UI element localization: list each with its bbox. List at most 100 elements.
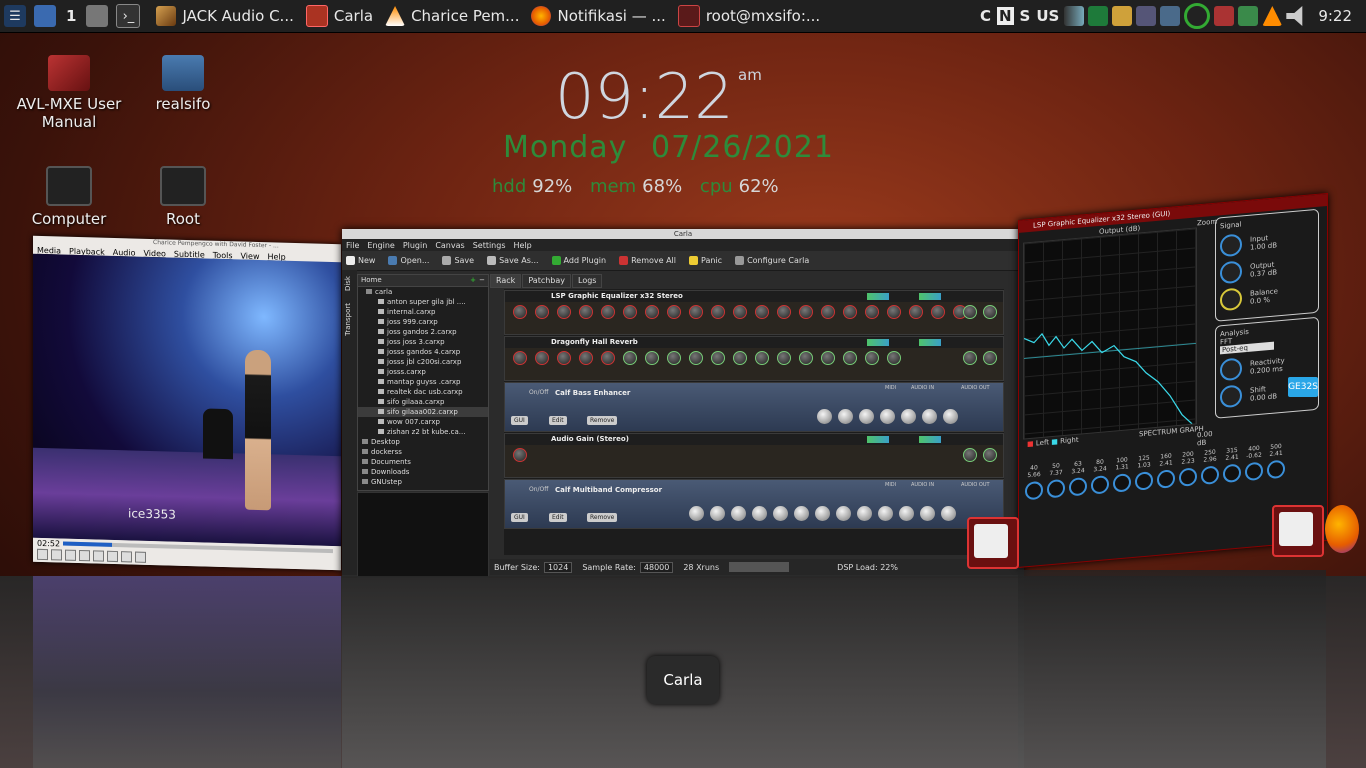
clock[interactable]: 9:22 <box>1318 7 1352 25</box>
keyboard-layout-n[interactable]: N <box>996 7 1014 25</box>
desktop-icon-realsifo[interactable]: realsifo <box>128 55 238 113</box>
dry-wet-knob[interactable] <box>963 448 977 462</box>
keyboard-layout-s[interactable]: S <box>1020 7 1031 25</box>
band-gain-knob[interactable] <box>1025 480 1043 501</box>
param-knob[interactable] <box>901 409 916 424</box>
param-knob[interactable] <box>733 305 747 319</box>
folder-item[interactable]: dockerss <box>358 447 488 457</box>
param-knob[interactable] <box>711 305 725 319</box>
show-desktop-icon[interactable] <box>34 5 56 27</box>
param-knob[interactable] <box>821 305 835 319</box>
calf-edit-button[interactable]: Edit <box>549 513 567 522</box>
eq-band[interactable]: 63 3.24 <box>1067 460 1089 542</box>
param-knob[interactable] <box>731 506 746 521</box>
usb-icon[interactable] <box>1112 6 1133 26</box>
tab-rack[interactable]: Rack <box>490 274 522 288</box>
task-jack[interactable]: JACK Audio C... <box>156 6 294 26</box>
param-knob[interactable] <box>821 351 835 365</box>
volume-icon[interactable] <box>1286 6 1303 26</box>
param-knob[interactable] <box>513 448 527 462</box>
param-knob[interactable] <box>645 305 659 319</box>
file-item[interactable]: sifo gilaaa002.carxp <box>358 407 488 417</box>
param-knob[interactable] <box>601 305 615 319</box>
param-knob[interactable] <box>733 351 747 365</box>
shuffle-icon[interactable] <box>135 551 146 563</box>
xruns-count[interactable]: 28 Xruns <box>683 563 719 572</box>
file-item[interactable]: josss gandos 4.carxp <box>358 347 488 357</box>
param-knob[interactable] <box>941 506 956 521</box>
param-knob[interactable] <box>931 305 945 319</box>
folder-item[interactable]: carla <box>358 287 488 297</box>
configure-button[interactable]: Configure Carla <box>735 256 809 265</box>
new-button[interactable]: New <box>346 256 375 265</box>
output-dial[interactable]: Output 0.37 dB <box>1220 254 1314 285</box>
param-knob[interactable] <box>799 305 813 319</box>
network-signal-icon[interactable] <box>1064 6 1085 26</box>
eq-band[interactable]: 125 1.03 <box>1133 454 1155 536</box>
band-gain-knob[interactable] <box>1135 471 1153 491</box>
carla-window[interactable]: Carla File Engine Plugin Canvas Settings… <box>342 229 1024 578</box>
calf-remove-button[interactable]: Remove <box>587 416 618 425</box>
sample-rate-select[interactable]: 48000 <box>639 561 674 573</box>
play-pause-icon[interactable] <box>37 548 48 561</box>
param-knob[interactable] <box>777 305 791 319</box>
band-gain-knob[interactable] <box>1069 476 1087 497</box>
param-knob[interactable] <box>667 351 681 365</box>
desktop-icon-root[interactable]: Root <box>128 166 238 228</box>
param-knob[interactable] <box>909 305 923 319</box>
param-knob[interactable] <box>817 409 832 424</box>
param-knob[interactable] <box>794 506 809 521</box>
plugin-slot[interactable]: Dragonfly Hall Reverb <box>504 336 1004 381</box>
volume-knob[interactable] <box>983 305 997 319</box>
buffer-size-select[interactable]: 1024 <box>543 561 573 573</box>
param-knob[interactable] <box>623 351 637 365</box>
onoff-toggle[interactable]: On/Off <box>529 389 548 396</box>
loop-icon[interactable] <box>121 551 132 563</box>
param-knob[interactable] <box>887 351 901 365</box>
tab-disk[interactable]: Disk <box>342 270 354 297</box>
param-knob[interactable] <box>920 506 935 521</box>
param-knob[interactable] <box>710 506 725 521</box>
band-gain-knob[interactable] <box>1047 478 1065 499</box>
eq-band[interactable]: 50 7.37 <box>1045 462 1067 544</box>
keyboard-layout-us[interactable]: US <box>1036 7 1059 25</box>
terminal-launcher-icon[interactable]: ›_ <box>116 4 141 28</box>
param-knob[interactable] <box>623 305 637 319</box>
stop-icon[interactable] <box>65 549 76 561</box>
eq-band[interactable]: 100 1.31 <box>1111 456 1133 538</box>
carla-menu-canvas[interactable]: Canvas <box>435 241 464 250</box>
vlc-window[interactable]: Charice Pempengco with David Foster - ..… <box>33 235 341 571</box>
param-knob[interactable] <box>579 351 593 365</box>
save-as-button[interactable]: Save As... <box>487 256 539 265</box>
param-knob[interactable] <box>557 305 571 319</box>
file-item[interactable]: internal.carxp <box>358 307 488 317</box>
save-button[interactable]: Save <box>442 256 474 265</box>
package-icon[interactable] <box>1238 6 1259 26</box>
param-knob[interactable] <box>799 351 813 365</box>
carla-menu-engine[interactable]: Engine <box>367 241 394 250</box>
calf-gui-button[interactable]: GUI <box>511 416 528 425</box>
band-gain-knob[interactable] <box>1245 461 1263 482</box>
add-plugin-button[interactable]: Add Plugin <box>551 256 606 265</box>
volume-knob[interactable] <box>983 448 997 462</box>
param-knob[interactable] <box>579 305 593 319</box>
param-knob[interactable] <box>645 351 659 365</box>
remove-all-button[interactable]: Remove All <box>619 256 676 265</box>
param-knob[interactable] <box>899 506 914 521</box>
param-knob[interactable] <box>711 351 725 365</box>
param-knob[interactable] <box>752 506 767 521</box>
param-knob[interactable] <box>689 305 703 319</box>
tab-patchbay[interactable]: Patchbay <box>522 274 572 288</box>
updates-icon[interactable] <box>1160 6 1181 26</box>
param-knob[interactable] <box>557 351 571 365</box>
eq-band[interactable]: 400 -0.62 <box>1243 444 1265 526</box>
tab-transport[interactable]: Transport <box>342 297 354 342</box>
band-gain-knob[interactable] <box>1091 475 1109 495</box>
calf-remove-button[interactable]: Remove <box>587 513 618 522</box>
remove-folder-icon[interactable]: − <box>479 275 485 286</box>
workspace-number[interactable]: 1 <box>66 7 76 25</box>
network-off-icon[interactable] <box>1214 6 1235 26</box>
file-tree[interactable]: Home + − carla anton super gila jbl .... i… <box>357 274 489 491</box>
balance-dial[interactable]: Balance 0.0 % <box>1220 281 1314 312</box>
param-knob[interactable] <box>815 506 830 521</box>
